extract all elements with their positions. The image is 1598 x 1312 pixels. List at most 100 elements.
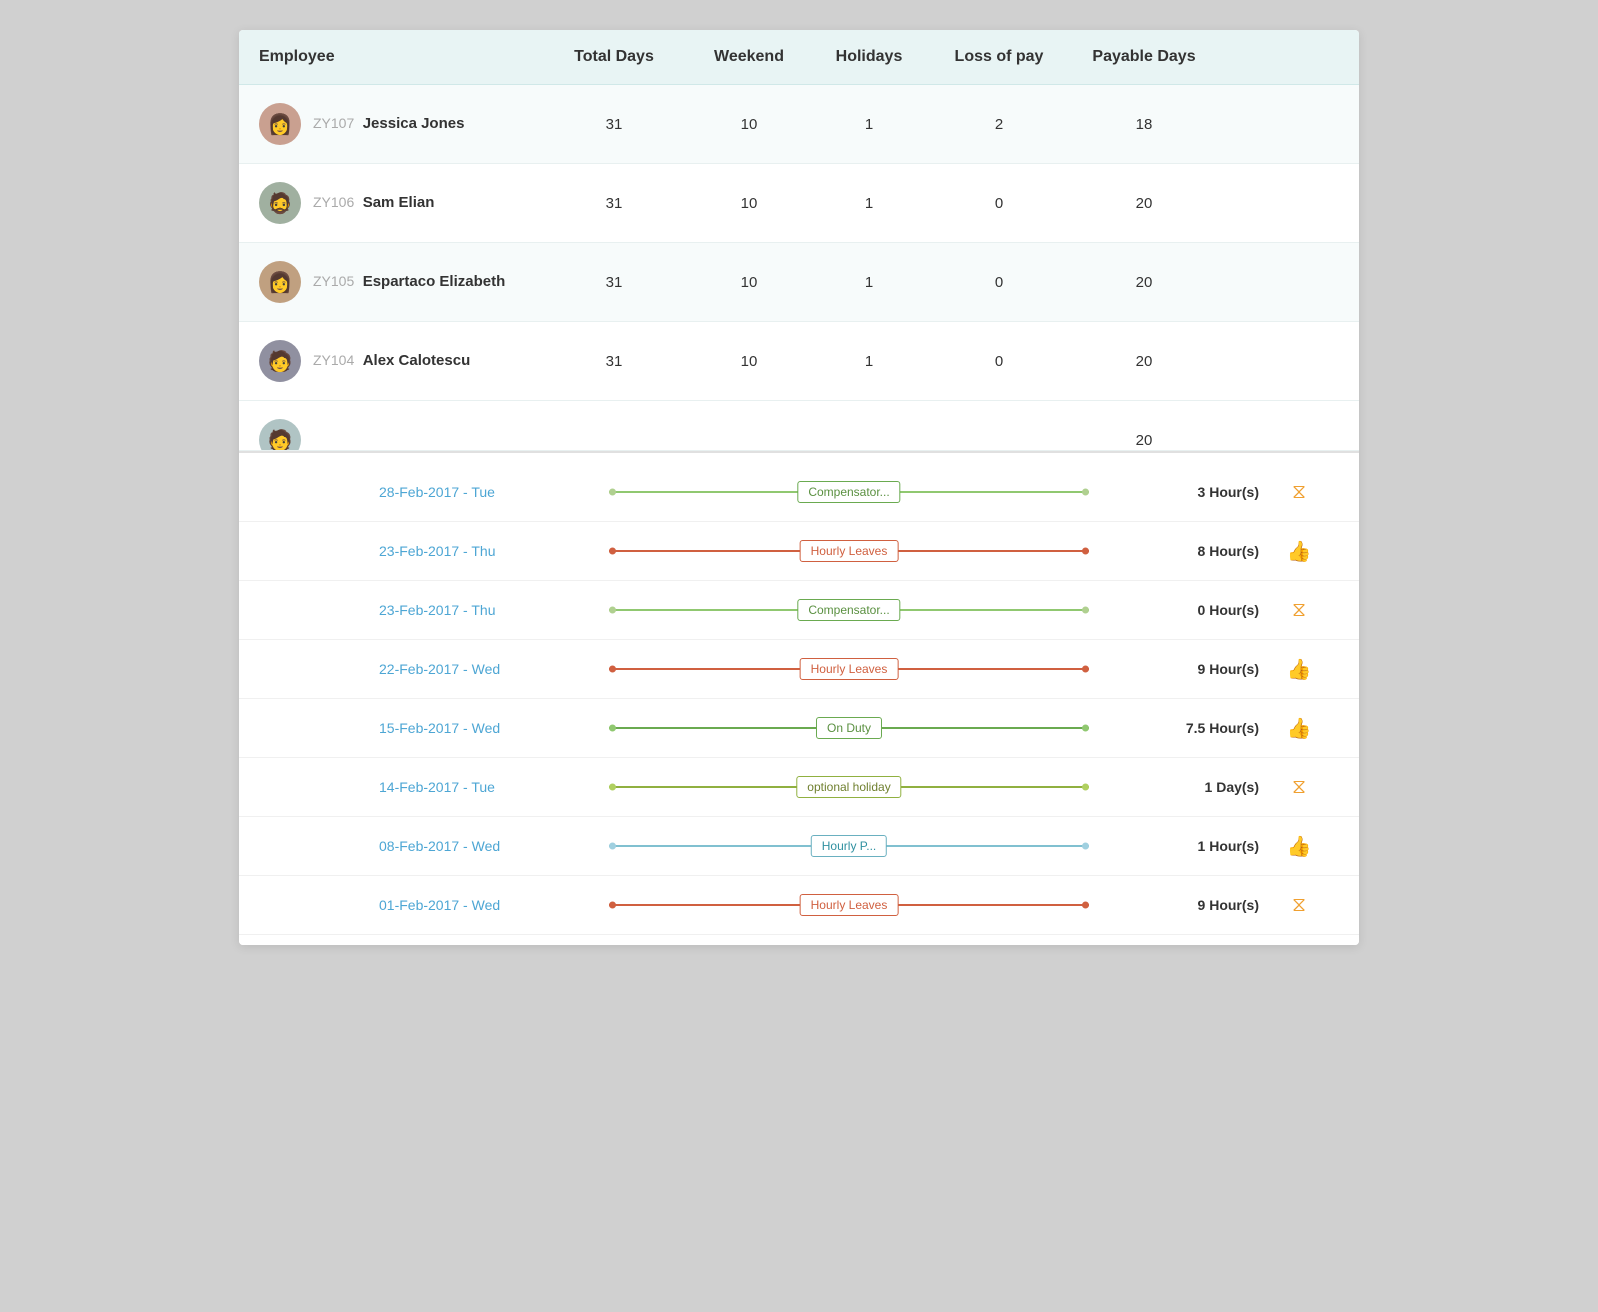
employee-info: 👩 ZY105 Espartaco Elizabeth (259, 261, 539, 303)
date-link[interactable]: 22-Feb-2017 - Wed (379, 661, 599, 677)
hours-value: 9 Hour(s) (1099, 661, 1259, 677)
employee-info: 🧑 ZY104 Alex Calotescu (259, 340, 539, 382)
holidays: 1 (809, 274, 929, 291)
timeline: On Duty (609, 713, 1089, 743)
payable-days: 20 (1069, 353, 1219, 370)
expanded-section: 28-Feb-2017 - Tue Compensator... 3 Hour(… (239, 451, 1359, 945)
employee-id: ZY106 (313, 194, 354, 210)
expanded-detail-row: 28-Feb-2017 - Tue Compensator... 3 Hour(… (239, 463, 1359, 522)
col-payable-days: Payable Days (1069, 48, 1219, 66)
pending-icon: ⧖ (1292, 481, 1306, 504)
date-link[interactable]: 23-Feb-2017 - Thu (379, 543, 599, 559)
employee-row: 👩 ZY105 Espartaco Elizabeth 31 10 1 0 20 (239, 243, 1359, 322)
pending-icon: ⧖ (1292, 599, 1306, 622)
weekend: 10 (689, 274, 809, 291)
payable-days: 18 (1069, 116, 1219, 133)
date-link[interactable]: 23-Feb-2017 - Thu (379, 602, 599, 618)
hours-value: 1 Day(s) (1099, 779, 1259, 795)
table-header: Employee Total Days Weekend Holidays Los… (239, 30, 1359, 85)
total-days: 31 (539, 195, 689, 212)
loss-of-pay: 0 (929, 195, 1069, 212)
payable-days: 20 (1069, 195, 1219, 212)
timeline: optional holiday (609, 772, 1089, 802)
weekend: 10 (689, 116, 809, 133)
hours-value: 1 Hour(s) (1099, 838, 1259, 854)
status-icon: ⧖ (1269, 894, 1329, 917)
avatar: 🧔 (259, 182, 301, 224)
status-icon: 👍 (1269, 539, 1329, 564)
partial-employee-row: 🧑 20 (239, 401, 1359, 451)
avatar: 👩 (259, 103, 301, 145)
employee-info: 🧔 ZY106 Sam Elian (259, 182, 539, 224)
date-link[interactable]: 14-Feb-2017 - Tue (379, 779, 599, 795)
date-link[interactable]: 08-Feb-2017 - Wed (379, 838, 599, 854)
pending-icon: ⧖ (1292, 776, 1306, 799)
timeline: Hourly Leaves (609, 536, 1089, 566)
status-icon: ⧖ (1269, 481, 1329, 504)
timeline: Hourly P... (609, 831, 1089, 861)
leave-badge: Compensator... (797, 481, 900, 503)
leave-badge: Hourly Leaves (800, 540, 899, 562)
employee-row: 🧑 ZY104 Alex Calotescu 31 10 1 0 20 (239, 322, 1359, 401)
approved-icon: 👍 (1287, 657, 1312, 682)
date-link[interactable]: 01-Feb-2017 - Wed (379, 897, 599, 913)
col-holidays: Holidays (809, 48, 929, 66)
expanded-detail-row: 01-Feb-2017 - Wed Hourly Leaves 9 Hour(s… (239, 876, 1359, 935)
employee-name: Espartaco Elizabeth (363, 273, 506, 290)
expanded-detail-row: 15-Feb-2017 - Wed On Duty 7.5 Hour(s) 👍 (239, 699, 1359, 758)
employee-row: 👩 ZY107 Jessica Jones 31 10 1 2 18 (239, 85, 1359, 164)
loss-of-pay: 0 (929, 274, 1069, 291)
employee-row: 🧔 ZY106 Sam Elian 31 10 1 0 20 (239, 164, 1359, 243)
employee-name: Jessica Jones (363, 115, 465, 132)
expanded-detail-row: 08-Feb-2017 - Wed Hourly P... 1 Hour(s) … (239, 817, 1359, 876)
total-days: 31 (539, 116, 689, 133)
holidays: 1 (809, 353, 929, 370)
employee-name: Sam Elian (363, 194, 435, 211)
loss-of-pay: 2 (929, 116, 1069, 133)
leave-badge: optional holiday (796, 776, 901, 798)
timeline: Hourly Leaves (609, 890, 1089, 920)
status-icon: ⧖ (1269, 776, 1329, 799)
timeline: Compensator... (609, 595, 1089, 625)
expanded-rows-container: 28-Feb-2017 - Tue Compensator... 3 Hour(… (239, 463, 1359, 935)
weekend: 10 (689, 195, 809, 212)
leave-badge: Compensator... (797, 599, 900, 621)
weekend: 10 (689, 353, 809, 370)
col-total-days: Total Days (539, 48, 689, 66)
leave-badge: Hourly Leaves (800, 894, 899, 916)
total-days: 31 (539, 353, 689, 370)
avatar: 🧑 (259, 419, 301, 451)
date-link[interactable]: 28-Feb-2017 - Tue (379, 484, 599, 500)
employee-name: Alex Calotescu (363, 352, 471, 369)
employee-info: 👩 ZY107 Jessica Jones (259, 103, 539, 145)
holidays: 1 (809, 195, 929, 212)
status-icon: ⧖ (1269, 599, 1329, 622)
payable-days: 20 (1069, 274, 1219, 291)
leave-badge: Hourly P... (811, 835, 887, 857)
date-link[interactable]: 15-Feb-2017 - Wed (379, 720, 599, 736)
employee-id: ZY104 (313, 352, 354, 368)
status-icon: 👍 (1269, 716, 1329, 741)
col-employee: Employee (259, 48, 539, 66)
timeline: Compensator... (609, 477, 1089, 507)
total-days: 31 (539, 274, 689, 291)
hours-value: 8 Hour(s) (1099, 543, 1259, 559)
main-container: Employee Total Days Weekend Holidays Los… (239, 30, 1359, 945)
status-icon: 👍 (1269, 657, 1329, 682)
expanded-detail-row: 22-Feb-2017 - Wed Hourly Leaves 9 Hour(s… (239, 640, 1359, 699)
pending-icon: ⧖ (1292, 894, 1306, 917)
expanded-detail-row: 14-Feb-2017 - Tue optional holiday 1 Day… (239, 758, 1359, 817)
approved-icon: 👍 (1287, 834, 1312, 859)
col-loss-of-pay: Loss of pay (929, 48, 1069, 66)
employee-id: ZY107 (313, 115, 354, 131)
holidays: 1 (809, 116, 929, 133)
approved-icon: 👍 (1287, 716, 1312, 741)
hours-value: 9 Hour(s) (1099, 897, 1259, 913)
leave-badge: On Duty (816, 717, 882, 739)
approved-icon: 👍 (1287, 539, 1312, 564)
loss-of-pay: 0 (929, 353, 1069, 370)
col-weekend: Weekend (689, 48, 809, 66)
hours-value: 7.5 Hour(s) (1099, 720, 1259, 736)
status-icon: 👍 (1269, 834, 1329, 859)
expanded-detail-row: 23-Feb-2017 - Thu Hourly Leaves 8 Hour(s… (239, 522, 1359, 581)
